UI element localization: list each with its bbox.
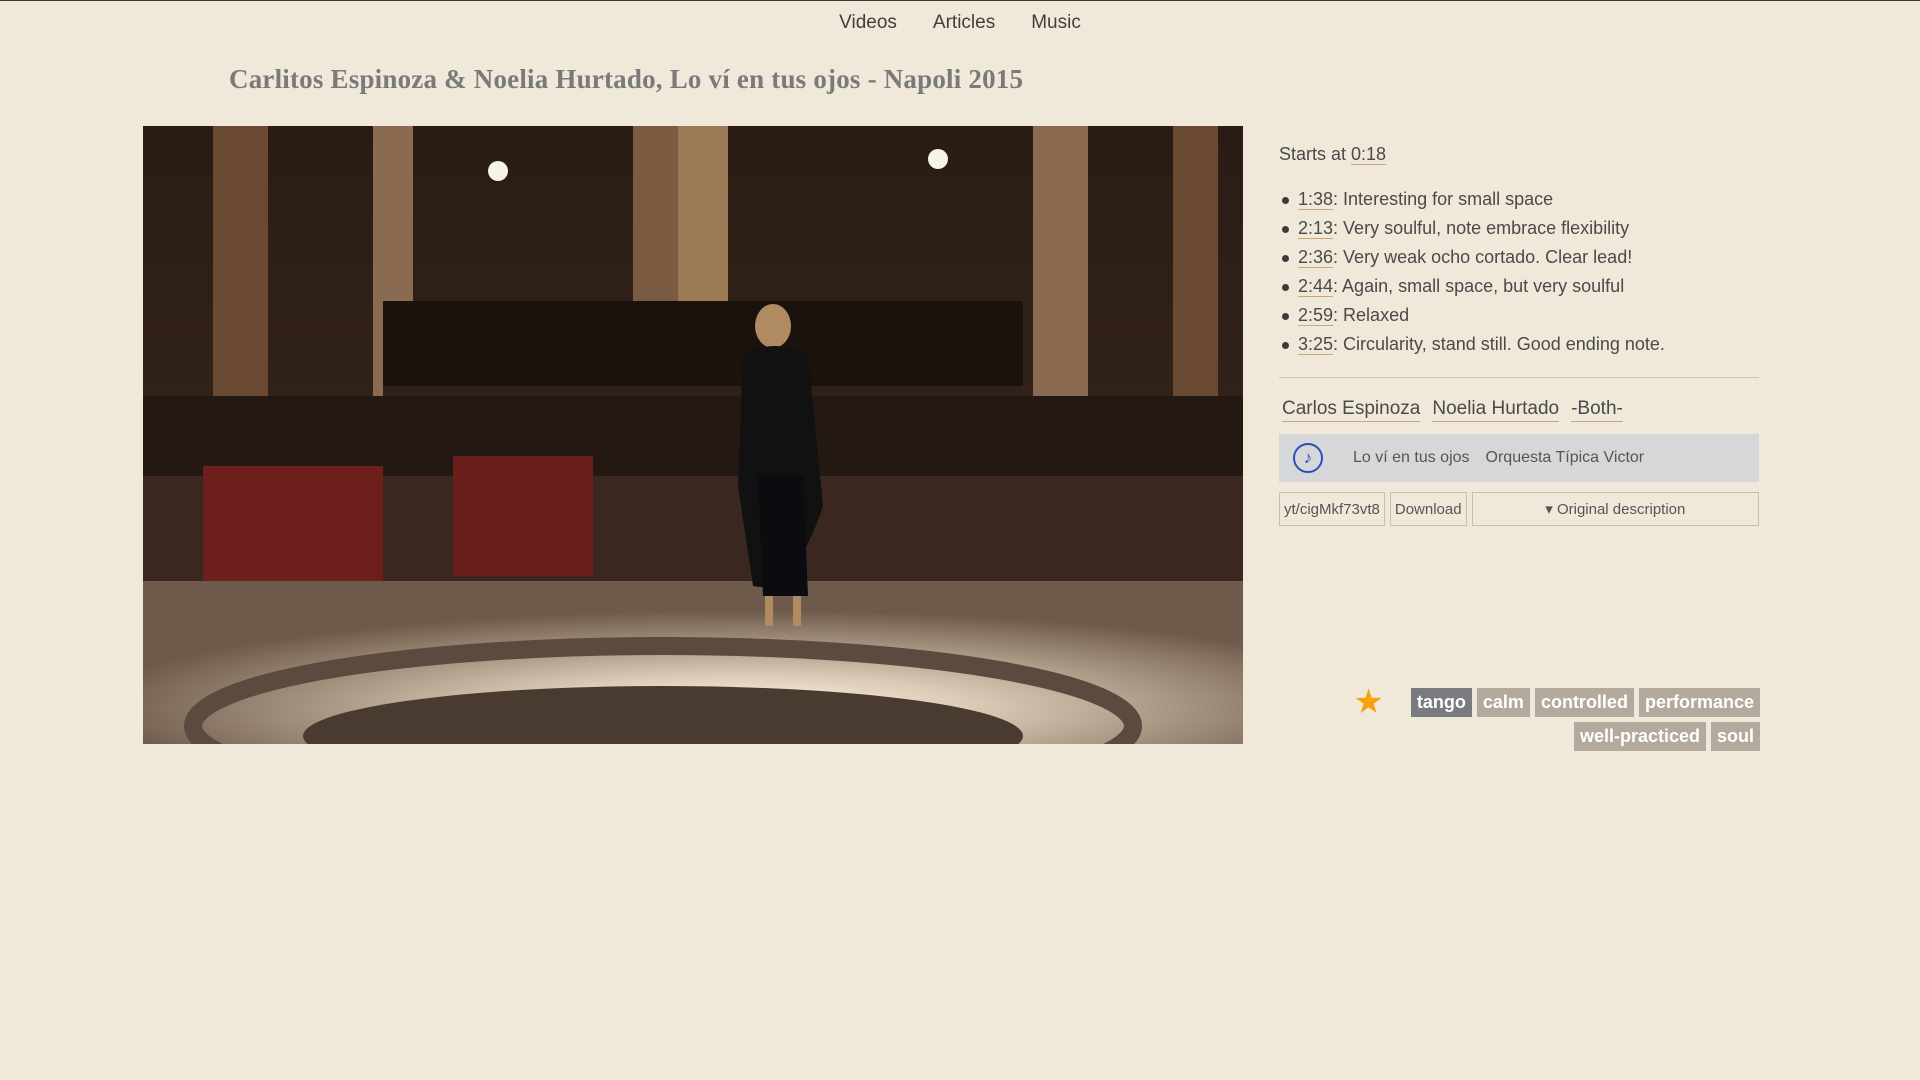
timestamp-link[interactable]: 2:36 bbox=[1298, 247, 1334, 268]
tag-soul[interactable]: soul bbox=[1710, 722, 1760, 751]
action-buttons: yt/cigMkf73vt8 Download ▾ Original descr… bbox=[1279, 492, 1759, 526]
dancer-follower-link[interactable]: Noelia Hurtado bbox=[1432, 398, 1560, 422]
timestamp-link[interactable]: 2:13 bbox=[1298, 218, 1334, 239]
note-text: : Very weak ocho cortado. Clear lead! bbox=[1333, 247, 1633, 267]
list-item: 2:13: Very soulful, note embrace flexibi… bbox=[1279, 214, 1759, 243]
note-text: : Very soulful, note embrace flexibility bbox=[1333, 218, 1630, 238]
list-item: 1:38: Interesting for small space bbox=[1279, 185, 1759, 214]
nav-articles[interactable]: Articles bbox=[933, 12, 995, 34]
favorite-star-icon[interactable]: ★ bbox=[1353, 685, 1383, 719]
tag-row: well-practiced soul bbox=[1320, 722, 1760, 751]
timestamp-link[interactable]: 2:59 bbox=[1298, 305, 1334, 326]
start-time-link[interactable]: 0:18 bbox=[1351, 144, 1387, 165]
note-text: : Again, small space, but very soulful bbox=[1333, 276, 1625, 296]
tag-well-practiced[interactable]: well-practiced bbox=[1573, 722, 1706, 751]
timestamp-link[interactable]: 1:38 bbox=[1298, 189, 1334, 210]
timestamp-notes: 1:38: Interesting for small space 2:13: … bbox=[1279, 185, 1759, 359]
note-text: : Circularity, stand still. Good ending … bbox=[1333, 334, 1665, 354]
nav-music[interactable]: Music bbox=[1031, 12, 1081, 34]
youtube-link-button[interactable]: yt/cigMkf73vt8 bbox=[1279, 492, 1385, 526]
list-item: 2:36: Very weak ocho cortado. Clear lead… bbox=[1279, 243, 1759, 272]
music-note-icon[interactable]: ♪ bbox=[1293, 443, 1323, 473]
divider bbox=[1279, 377, 1759, 378]
list-item: 2:59: Relaxed bbox=[1279, 301, 1759, 330]
top-border bbox=[0, 0, 1920, 1]
original-description-toggle[interactable]: ▾ Original description bbox=[1471, 492, 1759, 526]
tag-performance[interactable]: performance bbox=[1638, 688, 1760, 717]
note-text: : Relaxed bbox=[1333, 305, 1410, 325]
video-info-panel: Starts at 0:18 1:38: Interesting for sma… bbox=[1279, 126, 1759, 526]
video-player[interactable] bbox=[143, 126, 1243, 744]
download-button[interactable]: Download bbox=[1389, 492, 1467, 526]
timestamp-link[interactable]: 3:25 bbox=[1298, 334, 1334, 355]
tag-list: ★ tango calm controlled performance well… bbox=[1320, 685, 1760, 756]
nav-videos[interactable]: Videos bbox=[839, 12, 897, 34]
main-nav: Videos Articles Music bbox=[0, 12, 1920, 34]
start-time-label: Starts at bbox=[1279, 144, 1352, 164]
list-item: 2:44: Again, small space, but very soulf… bbox=[1279, 272, 1759, 301]
page-title: Carlitos Espinoza & Noelia Hurtado, Lo v… bbox=[229, 64, 1024, 94]
timestamp-link[interactable]: 2:44 bbox=[1298, 276, 1334, 297]
song-title-link[interactable]: Lo ví en tus ojos bbox=[1353, 449, 1470, 467]
tag-controlled[interactable]: controlled bbox=[1534, 688, 1634, 717]
dancer-leader-link[interactable]: Carlos Espinoza bbox=[1282, 398, 1421, 422]
orchestra-link[interactable]: Orquesta Típica Victor bbox=[1486, 449, 1645, 467]
tag-tango[interactable]: tango bbox=[1410, 688, 1472, 717]
video-frame-image bbox=[143, 126, 1243, 744]
note-text: : Interesting for small space bbox=[1333, 189, 1554, 209]
tag-calm[interactable]: calm bbox=[1476, 688, 1530, 717]
start-time: Starts at 0:18 bbox=[1279, 144, 1759, 165]
list-item: 3:25: Circularity, stand still. Good end… bbox=[1279, 330, 1759, 359]
dancers: Carlos Espinoza Noelia Hurtado -Both- bbox=[1279, 398, 1759, 422]
tag-row: ★ tango calm controlled performance bbox=[1320, 685, 1760, 719]
song-row: ♪ Lo ví en tus ojos Orquesta Típica Vict… bbox=[1279, 434, 1759, 482]
role-filter-link[interactable]: -Both- bbox=[1571, 398, 1623, 422]
